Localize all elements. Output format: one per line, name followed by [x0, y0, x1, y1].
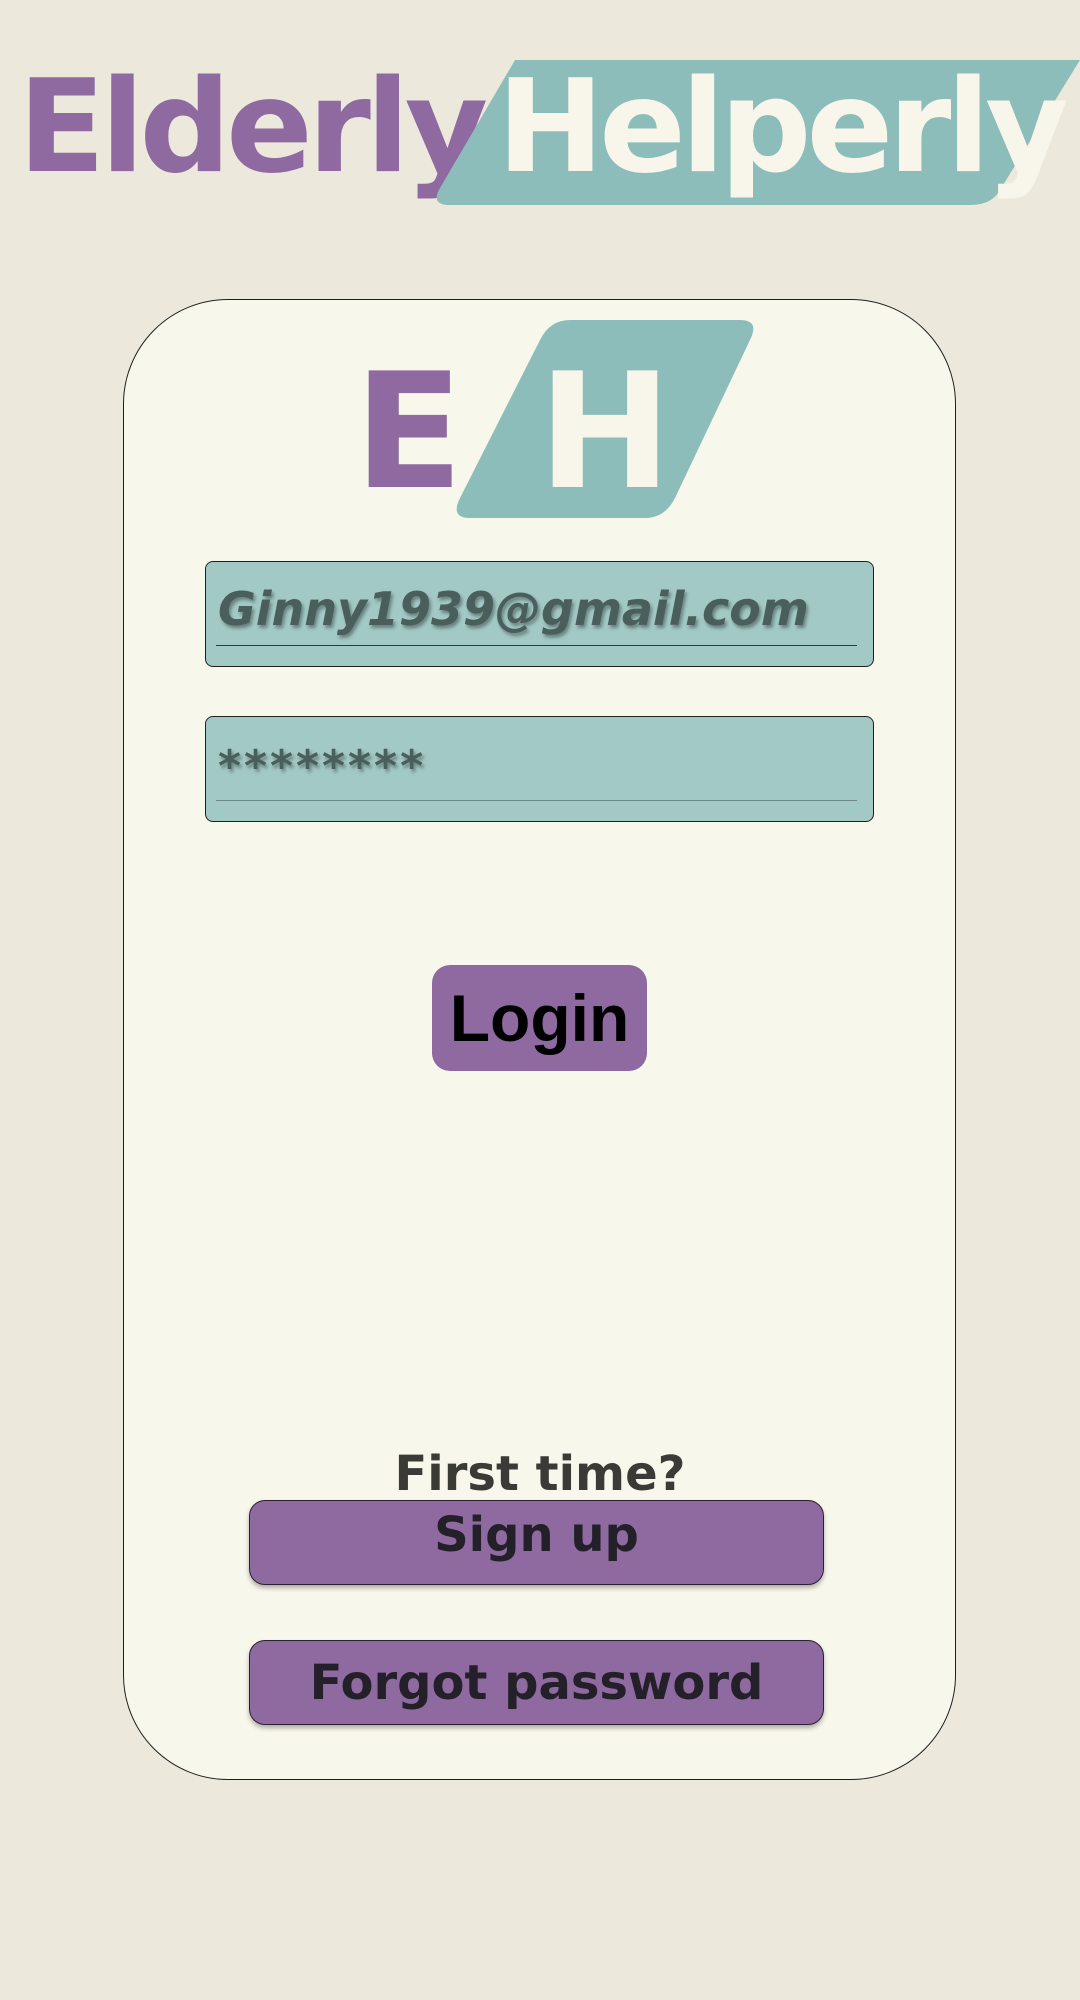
- brand-word-elderly: Elderly: [18, 53, 488, 202]
- signup-label: Sign up: [434, 1506, 639, 1563]
- mini-logo-e: E: [354, 338, 464, 525]
- first-time-label: First time?: [394, 1446, 686, 1502]
- brand-word-helperly: Helperly: [497, 53, 1069, 202]
- forgot-password-label: Forgot password: [309, 1654, 764, 1711]
- email-value: Ginny1939@gmail.com: [218, 582, 809, 636]
- brand-logo: Elderly Helperly: [0, 0, 1080, 230]
- email-underline: [216, 644, 857, 646]
- password-underline: [216, 800, 857, 801]
- login-button[interactable]: Login: [432, 965, 647, 1071]
- password-value: ********: [218, 741, 427, 792]
- signup-button[interactable]: Sign up: [249, 1500, 824, 1585]
- password-field[interactable]: ********: [205, 716, 874, 822]
- forgot-password-button[interactable]: Forgot password: [249, 1640, 824, 1725]
- mini-logo-h: H: [538, 338, 672, 525]
- email-field[interactable]: Ginny1939@gmail.com: [205, 561, 874, 667]
